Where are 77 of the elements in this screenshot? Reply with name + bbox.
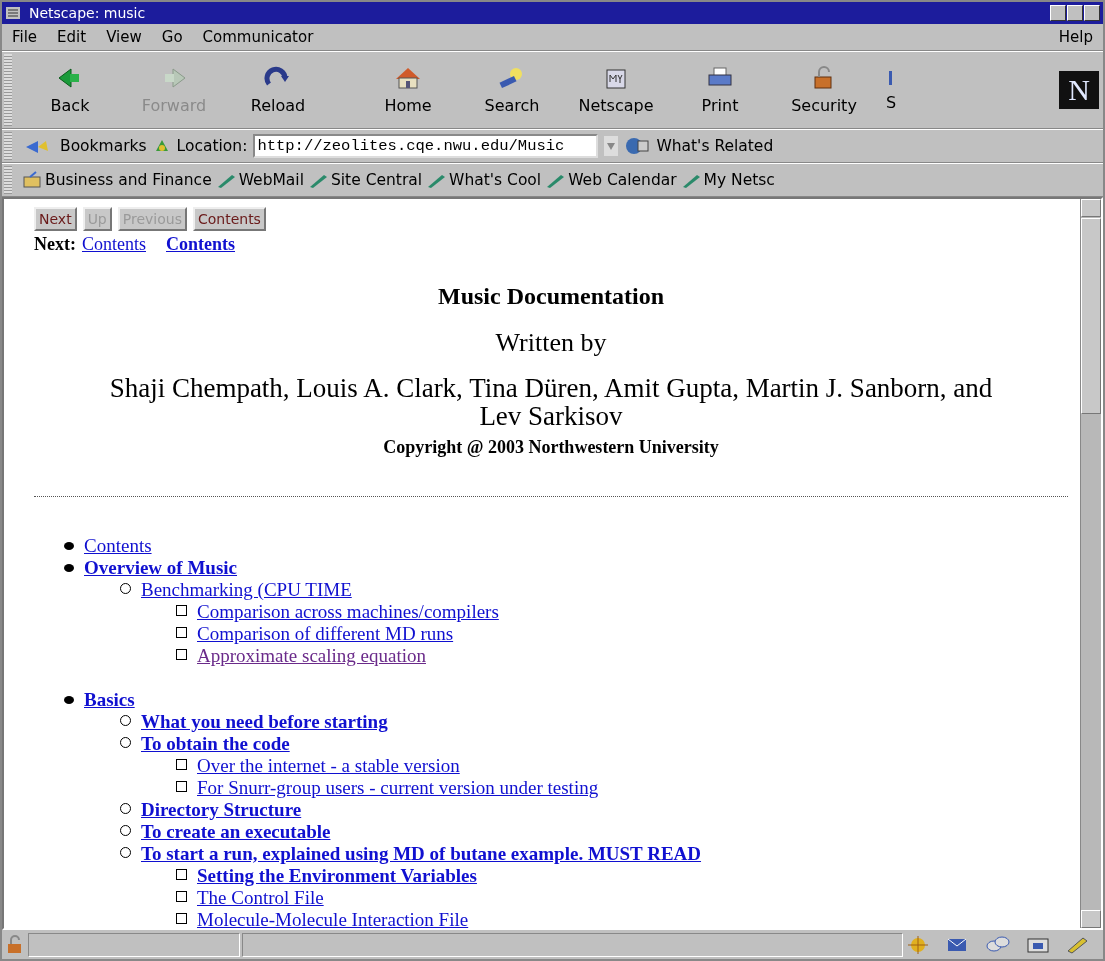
toolbar-button[interactable]: Reload: [226, 65, 330, 115]
toc-link[interactable]: To start a run, explained using MD of butane example. MUST READ: [141, 842, 702, 865]
toolbar-grip[interactable]: [4, 166, 12, 194]
next-label: Next:: [34, 234, 76, 255]
toolbar-button[interactable]: Search: [460, 65, 564, 115]
nav-button[interactable]: Contents: [192, 207, 266, 231]
byline: Written by: [494, 328, 608, 358]
bookmark-link[interactable]: Web Calendar: [545, 171, 677, 189]
scroll-down-button[interactable]: [1081, 910, 1101, 928]
toolbar-button[interactable]: Back: [18, 65, 122, 115]
bookmark-link[interactable]: My Netsc: [680, 171, 775, 189]
toc-link[interactable]: Setting the Environment Variables: [197, 864, 477, 887]
toolbar-button[interactable]: Print: [668, 65, 772, 115]
maximize-button[interactable]: [1067, 5, 1083, 21]
window-title: Netscape: music: [29, 5, 147, 21]
navigator-icon: [905, 934, 931, 955]
bullet-icon: [64, 563, 74, 572]
minimize-button[interactable]: [1050, 5, 1066, 21]
square-bullet-icon: [176, 648, 187, 660]
menu-item[interactable]: Go: [161, 28, 183, 46]
toc-link[interactable]: For Snurr-group users - current version under testing: [197, 776, 599, 799]
page-title: Music Documentation: [437, 283, 665, 310]
globe-icon: [624, 136, 651, 156]
toc-link[interactable]: Approximate scaling equation: [197, 644, 426, 667]
toolbar-button[interactable]: Netscape: [564, 65, 668, 115]
toc-link[interactable]: Contents: [84, 534, 152, 557]
toc-link[interactable]: Comparison across machines/compilers: [197, 600, 499, 623]
discussion-icon: [985, 934, 1011, 955]
bullet-icon: [64, 541, 74, 550]
location-field[interactable]: http://zeolites.cqe.nwu.edu/Music: [253, 134, 599, 158]
whats-related-button[interactable]: What's Related: [656, 137, 774, 155]
bookmark-link[interactable]: What's Cool: [426, 171, 542, 189]
nav-link[interactable]: Contents: [166, 234, 235, 255]
scrollbar-thumb[interactable]: [1081, 218, 1101, 414]
toolbar-grip[interactable]: [4, 132, 12, 160]
scroll-up-button[interactable]: [1081, 199, 1101, 217]
toolbar-button[interactable]: S: [876, 68, 906, 112]
location-label: Location:: [176, 137, 248, 155]
bookmark-link[interactable]: WebMail: [215, 171, 304, 189]
toc-link[interactable]: To obtain the code: [141, 732, 290, 755]
browser-logo[interactable]: N: [1059, 71, 1099, 109]
nav-button[interactable]: Next: [34, 207, 77, 231]
window-menu-icon: [5, 5, 21, 21]
close-button[interactable]: [1084, 5, 1100, 21]
toolbar-button[interactable]: Home: [356, 65, 460, 115]
bullet-icon: [64, 695, 74, 704]
nav-link[interactable]: Contents: [82, 234, 146, 255]
square-bullet-icon: [176, 912, 187, 924]
square-bullet-icon: [176, 626, 187, 638]
toc-link[interactable]: Overview of Music: [84, 556, 237, 579]
square-bullet-icon: [176, 604, 187, 616]
menu-item[interactable]: Help: [1058, 28, 1093, 46]
square-bullet-icon: [176, 890, 187, 902]
toc-link[interactable]: Benchmarking (CPU TIME: [141, 578, 352, 601]
square-bullet-icon: [176, 868, 187, 880]
folder-icon: [22, 171, 42, 189]
bookmark-link[interactable]: Site Central: [307, 171, 423, 189]
toc-link[interactable]: The Control File: [197, 886, 324, 909]
toc-link[interactable]: Molecule-Molecule Interaction File: [197, 908, 469, 928]
square-bullet-icon: [176, 758, 187, 770]
square-bullet-icon: [176, 780, 187, 792]
menu-item[interactable]: Edit: [57, 28, 87, 46]
author-list: Shaji Chempath, Louis A. Clark, Tina Düren, Amit Gupta, Martin J. Sanborn, and Lev Sarkisov: [101, 374, 1001, 431]
menu-item[interactable]: File: [12, 28, 38, 46]
toc-link[interactable]: Directory Structure: [141, 798, 302, 821]
menu-item[interactable]: View: [106, 28, 142, 46]
bookmark-link[interactable]: Business and Finance: [22, 171, 212, 189]
toolbar-grip[interactable]: [4, 54, 12, 126]
toc-link[interactable]: Over the internet - a stable version: [197, 754, 460, 777]
toc-link[interactable]: To create an executable: [141, 820, 331, 843]
toc-link[interactable]: Basics: [84, 688, 135, 711]
toc-link[interactable]: Comparison of different MD runs: [197, 622, 454, 645]
menu-item[interactable]: Communicator: [202, 28, 314, 46]
bookmarks-button[interactable]: Bookmarks: [60, 137, 147, 155]
toolbar-button[interactable]: Security: [772, 65, 876, 115]
toc-link[interactable]: What you need before starting: [141, 710, 388, 733]
copyright-notice: Copyright @ 2003 Northwestern University: [382, 436, 720, 458]
